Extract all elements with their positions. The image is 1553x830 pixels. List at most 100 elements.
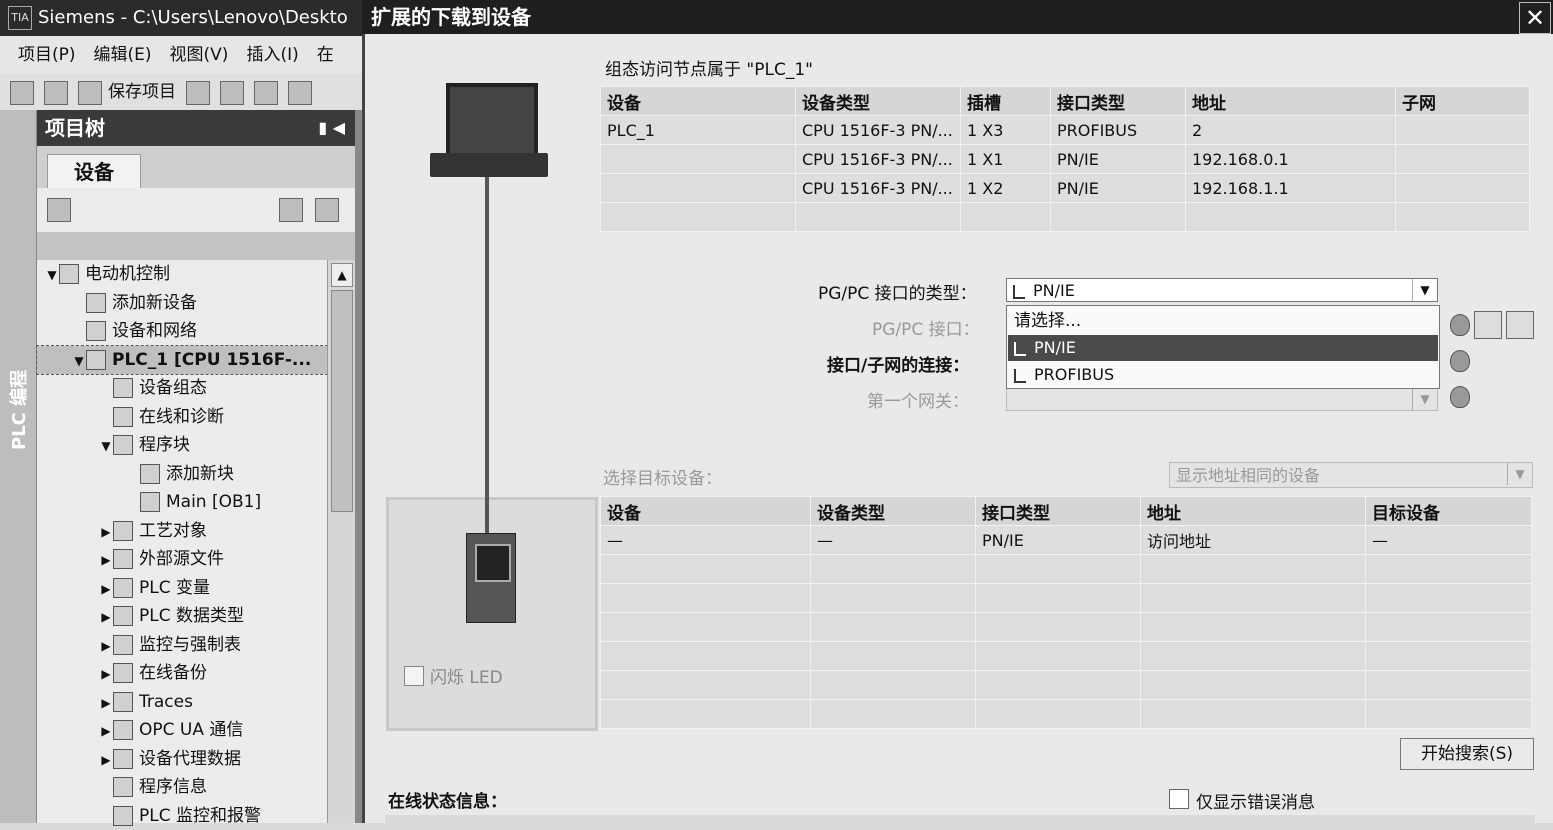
print-icon[interactable]	[186, 81, 210, 105]
expand-right-icon[interactable]: ▶	[99, 603, 113, 631]
table-row[interactable]: — — PN/IE 访问地址 —	[600, 525, 1532, 555]
config-table-column-header[interactable]: 地址	[1185, 86, 1396, 116]
table-row[interactable]	[600, 641, 1532, 671]
target-table-column-header[interactable]: 地址	[1140, 496, 1366, 526]
table-row[interactable]: CPU 1516F-3 PN/... 1 X1 PN/IE 192.168.0.1	[600, 144, 1530, 174]
copy-icon[interactable]	[254, 81, 278, 105]
tree-item[interactable]: 设备和网络	[37, 317, 362, 345]
table-cell	[1140, 612, 1366, 642]
chevron-down-icon[interactable]: ▼	[1412, 279, 1437, 301]
menu-bar: 项目(P) 编辑(E) 视图(V) 插入(I) 在	[0, 36, 362, 74]
dropdown-option-pnie[interactable]: PN/IE	[1008, 335, 1438, 361]
table-row[interactable]: CPU 1516F-3 PN/... 1 X2 PN/IE 192.168.1.1	[600, 173, 1530, 203]
config-table: 设备 设备类型 插槽 接口类型 地址 子网 PLC_1 CPU 1516F-3 PN/...…	[600, 86, 1530, 232]
expand-down-icon[interactable]: ▼	[99, 432, 113, 460]
table-row[interactable]: PLC_1 CPU 1516F-3 PN/... 1 X3 PROFIBUS 2	[600, 115, 1530, 145]
chevron-down-icon[interactable]: ▼	[1412, 388, 1437, 410]
menu-insert[interactable]: 插入(I)	[246, 36, 298, 74]
expand-right-icon[interactable]: ▶	[99, 546, 113, 574]
table-row[interactable]	[600, 554, 1532, 584]
expand-right-icon[interactable]: ▶	[99, 746, 113, 774]
dropdown-option-profibus[interactable]: PROFIBUS	[1008, 362, 1438, 388]
pgpc-type-select[interactable]: PN/IE ▼	[1006, 278, 1438, 302]
target-table-column-header[interactable]: 目标设备	[1365, 496, 1532, 526]
show-devices-filter[interactable]: 显示地址相同的设备 ▼	[1169, 462, 1533, 488]
save-project-button[interactable]: 保存项目	[108, 74, 176, 110]
only-errors-checkbox[interactable]	[1169, 789, 1189, 809]
table-row[interactable]	[600, 670, 1532, 700]
table-cell: 1 X2	[960, 173, 1051, 203]
table-cell	[1365, 554, 1532, 584]
table-cell	[810, 554, 976, 584]
pc-screen-icon	[446, 83, 538, 161]
expand-right-icon[interactable]: ▶	[99, 575, 113, 603]
new-project-icon[interactable]	[10, 81, 34, 105]
tree-item-label: 外部源文件	[139, 549, 224, 569]
open-project-icon[interactable]	[44, 81, 68, 105]
cut-icon[interactable]	[220, 81, 244, 105]
security-shield-icon[interactable]	[1450, 350, 1470, 372]
scroll-up-icon[interactable]: ▲	[331, 263, 353, 287]
dropdown-option-profibus-label: PROFIBUS	[1034, 365, 1115, 384]
menu-project[interactable]: 项目(P)	[18, 36, 76, 74]
save-icon[interactable]	[78, 81, 102, 105]
paste-icon[interactable]	[288, 81, 312, 105]
table-cell	[795, 202, 961, 232]
table-row[interactable]	[600, 202, 1530, 232]
scroll-thumb[interactable]	[331, 290, 353, 512]
tree-column-header	[37, 232, 355, 260]
close-icon[interactable]: ✕	[1519, 2, 1551, 34]
tree-item[interactable]: ▼ PLC_1 [CPU 1516F-...	[36, 344, 363, 375]
target-table-column-header[interactable]: 接口类型	[975, 496, 1141, 526]
flash-led-checkbox[interactable]	[404, 666, 424, 686]
table-cell	[1365, 670, 1532, 700]
tree-item[interactable]: ▼ 电动机控制	[37, 260, 335, 288]
config-table-column-header[interactable]: 设备类型	[795, 86, 961, 116]
main-title-bar: TIA Siemens - C:\Users\Lenovo\Deskto	[0, 0, 362, 36]
pgpc-interface-label: PG/PC 接口：	[872, 320, 980, 340]
config-table-column-header[interactable]: 插槽	[960, 86, 1051, 116]
tree-add-icon[interactable]	[47, 198, 71, 222]
interface-properties-icon[interactable]	[1474, 311, 1502, 339]
table-cell	[1140, 670, 1366, 700]
devices-tab[interactable]: 设备	[47, 154, 141, 189]
gateway-select[interactable]: ▼	[1006, 387, 1438, 411]
table-row[interactable]	[600, 612, 1532, 642]
expand-down-icon[interactable]: ▼	[72, 347, 86, 375]
table-row[interactable]	[600, 699, 1532, 729]
config-table-header: 设备 设备类型 插槽 接口类型 地址 子网	[600, 86, 1530, 116]
expand-right-icon[interactable]: ▶	[99, 632, 113, 660]
dropdown-option-choose[interactable]: 请选择...	[1008, 308, 1438, 334]
tree-scrollbar[interactable]: ▲	[327, 260, 356, 823]
table-cell: CPU 1516F-3 PN/...	[795, 115, 961, 145]
start-search-button[interactable]: 开始搜索(S)	[1400, 738, 1534, 770]
tree-item-icon	[113, 691, 133, 712]
config-table-column-header[interactable]: 设备	[600, 86, 796, 116]
security-shield-icon[interactable]	[1450, 386, 1470, 408]
diagnose-icon[interactable]	[1506, 311, 1534, 339]
expand-right-icon[interactable]: ▶	[99, 518, 113, 546]
expand-right-icon[interactable]: ▶	[99, 689, 113, 717]
expand-right-icon[interactable]: ▶	[99, 660, 113, 688]
menu-view[interactable]: 视图(V)	[170, 36, 229, 74]
tree-options-icon[interactable]	[315, 198, 339, 222]
plc-programming-side-tab[interactable]: PLC 编程	[0, 110, 37, 823]
chevron-down-icon[interactable]: ▼	[1507, 463, 1532, 485]
table-cell: PN/IE	[975, 525, 1141, 555]
menu-online[interactable]: 在	[317, 36, 334, 74]
config-table-column-header[interactable]: 接口类型	[1050, 86, 1186, 116]
target-table-column-header[interactable]: 设备	[600, 496, 811, 526]
security-shield-icon[interactable]	[1450, 314, 1470, 336]
tree-item-label: 在线备份	[139, 663, 207, 683]
expand-right-icon[interactable]: ▶	[99, 717, 113, 745]
table-cell: —	[1365, 525, 1532, 555]
menu-edit[interactable]: 编辑(E)	[94, 36, 152, 74]
target-table-column-header[interactable]: 设备类型	[810, 496, 976, 526]
collapse-panel-icon[interactable]: ▮ ◀	[318, 110, 345, 146]
expand-down-icon[interactable]: ▼	[45, 261, 59, 289]
tree-view-icon[interactable]	[279, 198, 303, 222]
table-row[interactable]	[600, 583, 1532, 613]
config-table-column-header[interactable]: 子网	[1395, 86, 1530, 116]
tree-item[interactable]: 添加新设备	[37, 289, 362, 317]
splitter[interactable]	[355, 110, 362, 823]
